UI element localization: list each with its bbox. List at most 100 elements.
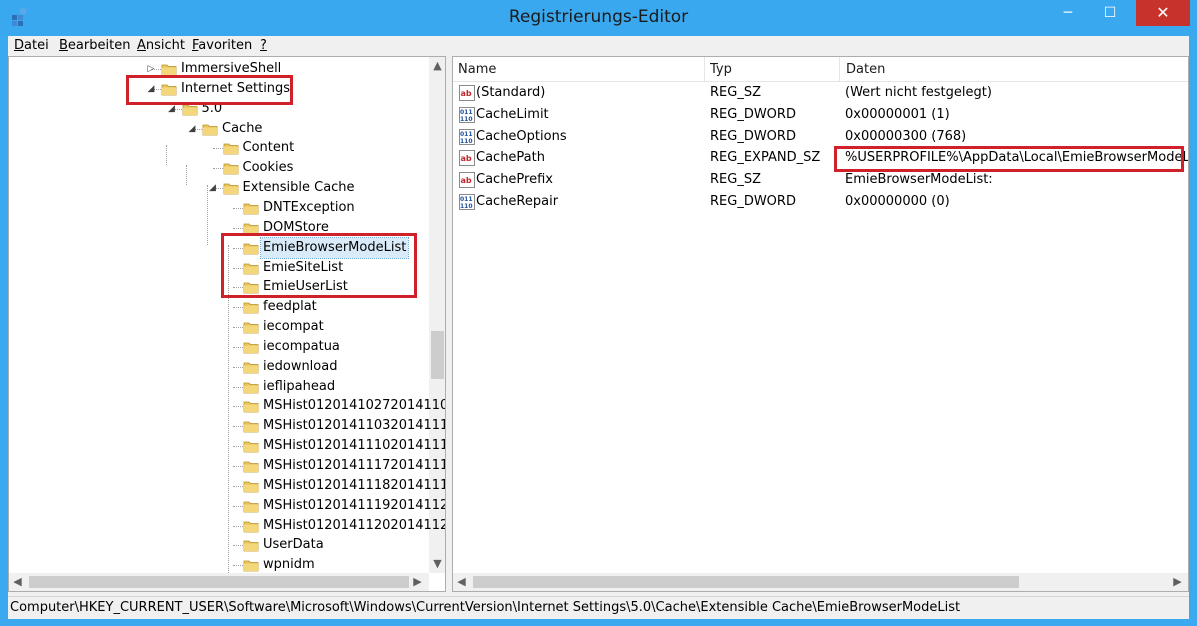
scroll-left-arrow-icon[interactable]: ◀ xyxy=(9,573,26,590)
tree-hscroll-thumb[interactable] xyxy=(29,576,409,588)
list-horizontal-scrollbar[interactable]: ◀ ▶ xyxy=(453,573,1188,591)
tree-node[interactable]: Cookies xyxy=(9,158,429,178)
tree-node[interactable]: ◢ Cache xyxy=(9,119,429,139)
menu-accel: ? xyxy=(260,38,267,53)
tree-node-label[interactable]: feedplat xyxy=(263,297,317,317)
svg-text:011: 011 xyxy=(460,131,473,138)
scroll-down-arrow-icon[interactable]: ▼ xyxy=(429,555,445,572)
column-name[interactable]: Name xyxy=(458,62,496,77)
value-row[interactable]: ab CachePrefix REG_SZ EmieBrowserModeList: xyxy=(453,169,1188,191)
tree-node-label[interactable]: MSHist012014111720141118 xyxy=(263,456,445,476)
key-tree[interactable]: ▲ ▼ ◀ ▶ ▷ ImmersiveShell ◢ Internet Setting… xyxy=(8,56,446,592)
menu-favoriten[interactable]: Favoriten xyxy=(192,38,252,53)
value-type: REG_SZ xyxy=(710,172,761,188)
value-name: CacheOptions xyxy=(476,128,567,144)
tree-node[interactable]: MSHist012014111720141118 xyxy=(9,456,445,476)
tree-node[interactable]: MSHist012014112020141121 xyxy=(9,516,445,536)
value-type: REG_DWORD xyxy=(710,106,796,122)
folder-icon xyxy=(243,459,259,473)
tree-connector xyxy=(212,148,223,150)
tree-node[interactable]: MSHist012014102720141103 xyxy=(9,396,445,416)
menu-bearbeiten[interactable]: Bearbeiten xyxy=(59,38,130,53)
tree-node[interactable]: iedownload xyxy=(9,357,429,377)
tree-node-label[interactable]: Content xyxy=(243,138,295,158)
column-data[interactable]: Daten xyxy=(846,62,885,77)
tree-node-label[interactable]: wpnidm xyxy=(263,555,315,575)
title-bar[interactable]: Registrierungs-Editor ─ ☐ ✕ xyxy=(0,0,1197,36)
value-type: REG_DWORD xyxy=(710,128,796,144)
tree-node-label[interactable]: MSHist012014111020141117 xyxy=(263,436,445,456)
tree-node-label[interactable]: Extensible Cache xyxy=(243,178,355,198)
tree-node-label[interactable]: Cache xyxy=(222,119,262,139)
folder-icon xyxy=(243,340,259,354)
tree-horizontal-scrollbar[interactable]: ◀ ▶ xyxy=(9,573,429,591)
menu-ansicht[interactable]: Ansicht xyxy=(137,38,185,53)
value-row[interactable]: 011 110 CacheLimit REG_DWORD 0x00000001 (1) xyxy=(453,104,1188,126)
tree-node[interactable]: iecompatua xyxy=(9,337,429,357)
tree-node[interactable]: ◢ Extensible Cache xyxy=(9,178,429,198)
scroll-right-arrow-icon[interactable]: ▶ xyxy=(409,573,426,590)
tree-node[interactable]: MSHist012014111820141119 xyxy=(9,476,445,496)
collapse-arrow-icon[interactable]: ◢ xyxy=(187,124,197,134)
value-row[interactable]: 011 110 CacheOptions REG_DWORD 0x00000300 (7… xyxy=(453,126,1188,148)
tree-node[interactable]: feedplat xyxy=(9,297,429,317)
tree-connector xyxy=(233,346,243,348)
value-name: CachePath xyxy=(476,150,545,166)
folder-icon xyxy=(243,360,259,374)
tree-node-label[interactable]: MSHist012014102720141103 xyxy=(263,396,445,416)
collapse-arrow-icon[interactable]: ◢ xyxy=(208,183,218,193)
tree-node-label[interactable]: iecompatua xyxy=(263,337,340,357)
minimize-button[interactable]: ─ xyxy=(1052,0,1084,26)
list-hscroll-thumb[interactable] xyxy=(473,576,1019,588)
collapse-arrow-icon[interactable]: ◢ xyxy=(167,104,177,114)
tree-node-label[interactable]: ieflipahead xyxy=(263,377,335,397)
tree-node[interactable]: MSHist012014111920141120 xyxy=(9,496,445,516)
scroll-left-arrow-icon[interactable]: ◀ xyxy=(453,573,470,590)
tree-connector xyxy=(233,366,243,368)
tree-node[interactable]: Content xyxy=(9,138,429,158)
tree-node-label[interactable]: iedownload xyxy=(263,357,337,377)
folder-icon xyxy=(161,62,177,76)
menu-help[interactable]: ? xyxy=(260,38,267,53)
value-row[interactable]: 011 110 CacheRepair REG_DWORD 0x00000000 (0) xyxy=(453,191,1188,213)
column-divider[interactable] xyxy=(839,57,840,81)
tree-node[interactable]: wpnidm xyxy=(9,555,429,575)
tree-node-label[interactable]: MSHist012014110320141110 xyxy=(263,416,445,436)
expand-arrow-icon[interactable]: ▷ xyxy=(146,64,156,74)
tree-node[interactable]: MSHist012014110320141110 xyxy=(9,416,445,436)
value-type: REG_EXPAND_SZ xyxy=(710,150,821,166)
menu-datei[interactable]: Datei xyxy=(14,38,49,53)
menu-label: atei xyxy=(24,38,49,53)
tree-node[interactable]: DNTException xyxy=(9,198,429,218)
tree-node[interactable]: ieflipahead xyxy=(9,377,429,397)
binary-value-icon: 011 110 xyxy=(459,194,475,210)
scroll-up-arrow-icon[interactable]: ▲ xyxy=(429,57,445,74)
column-type[interactable]: Typ xyxy=(710,62,732,77)
tree-node-label[interactable]: MSHist012014111920141120 xyxy=(263,496,445,516)
tree-node-label[interactable]: UserData xyxy=(263,535,324,555)
tree-connector xyxy=(233,307,243,309)
column-divider[interactable] xyxy=(704,57,705,81)
tree-node[interactable]: UserData xyxy=(9,535,429,555)
maximize-button[interactable]: ☐ xyxy=(1084,0,1136,26)
value-list[interactable]: Name Typ Daten ◀ ▶ ab (Standard) REG_SZ (We… xyxy=(452,56,1189,592)
folder-icon xyxy=(243,300,259,314)
tree-node-label[interactable]: iecompat xyxy=(263,317,324,337)
tree-node-label[interactable]: DNTException xyxy=(263,198,355,218)
folder-icon xyxy=(243,399,259,413)
tree-connector xyxy=(233,565,243,567)
tree-node[interactable]: MSHist012014111020141117 xyxy=(9,436,445,456)
menu-accel: B xyxy=(59,38,68,53)
value-row[interactable]: ab (Standard) REG_SZ (Wert nicht festgelegt… xyxy=(453,82,1188,104)
string-value-icon: ab xyxy=(459,85,475,101)
tree-vscroll-thumb[interactable] xyxy=(431,331,444,379)
tree-connector xyxy=(233,525,243,527)
tree-node-label[interactable]: MSHist012014112020141121 xyxy=(263,516,445,536)
tree-node[interactable]: iecompat xyxy=(9,317,429,337)
tree-node-label[interactable]: MSHist012014111820141119 xyxy=(263,476,445,496)
svg-text:011: 011 xyxy=(460,196,473,203)
scroll-right-arrow-icon[interactable]: ▶ xyxy=(1169,573,1186,590)
close-button[interactable]: ✕ xyxy=(1136,0,1190,26)
tree-node-label[interactable]: Cookies xyxy=(243,158,294,178)
folder-icon xyxy=(243,201,259,215)
